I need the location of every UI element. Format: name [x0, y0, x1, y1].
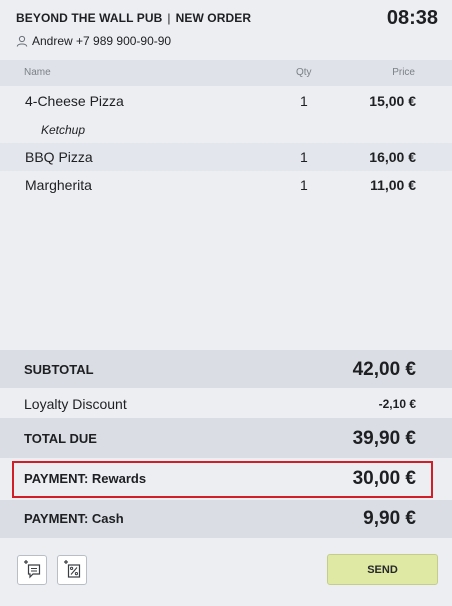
- item-name: Margherita: [25, 177, 92, 193]
- add-comment-icon: [24, 560, 41, 579]
- payment-rewards-highlight: [12, 461, 433, 498]
- order-item[interactable]: BBQ Pizza 1 16,00 €: [0, 143, 452, 171]
- column-qty: Qty: [296, 67, 312, 78]
- customer-name-phone: Andrew +7 989 900-90-90: [32, 34, 172, 48]
- total-due-label: TOTAL DUE: [24, 431, 97, 446]
- item-name: 4-Cheese Pizza: [25, 93, 124, 109]
- discount-row: Loyalty Discount -2,10 €: [0, 388, 452, 418]
- subtotal-value: 42,00 €: [352, 359, 416, 380]
- payment-cash-label: PAYMENT: Cash: [24, 511, 124, 526]
- user-icon: [16, 35, 28, 47]
- customer-info[interactable]: Andrew +7 989 900-90-90: [16, 34, 171, 48]
- payment-cash-row[interactable]: PAYMENT: Cash 9,90 €: [0, 500, 452, 538]
- item-price: 16,00 €: [369, 149, 416, 165]
- subtotal-row: SUBTOTAL 42,00 €: [0, 350, 452, 388]
- order-item-modifier[interactable]: Ketchup: [0, 115, 452, 143]
- discount-label: Loyalty Discount: [24, 396, 127, 412]
- venue-name: BEYOND THE WALL PUB: [16, 11, 163, 25]
- modifier-name: Ketchup: [41, 123, 86, 137]
- discount-value: -2,10 €: [378, 397, 416, 411]
- order-title: BEYOND THE WALL PUB | NEW ORDER: [16, 11, 251, 25]
- send-button[interactable]: SEND: [327, 554, 438, 585]
- order-column-headers: Name Qty Price: [0, 60, 452, 86]
- item-name: BBQ Pizza: [25, 149, 93, 165]
- add-discount-icon: [64, 560, 81, 578]
- item-qty: 1: [300, 93, 308, 109]
- order-item[interactable]: Margherita 1 11,00 €: [0, 171, 452, 199]
- add-discount-button[interactable]: [57, 555, 87, 585]
- payment-cash-value: 9,90 €: [363, 508, 416, 529]
- subtotal-label: SUBTOTAL: [24, 362, 94, 377]
- item-qty: 1: [300, 177, 308, 193]
- item-qty: 1: [300, 149, 308, 165]
- order-item[interactable]: 4-Cheese Pizza 1 15,00 €: [0, 87, 452, 115]
- total-due-row: TOTAL DUE 39,90 €: [0, 418, 452, 458]
- order-type: NEW ORDER: [175, 11, 252, 25]
- title-separator: |: [167, 11, 171, 25]
- clock: 08:38: [386, 7, 438, 29]
- column-name: Name: [24, 67, 51, 78]
- total-due-value: 39,90 €: [352, 428, 416, 449]
- order-header: BEYOND THE WALL PUB | NEW ORDER 08:38 Andr…: [0, 0, 452, 60]
- add-comment-button[interactable]: [17, 555, 47, 585]
- column-price: Price: [392, 67, 415, 78]
- item-price: 15,00 €: [369, 93, 416, 109]
- item-price: 11,00 €: [370, 177, 416, 193]
